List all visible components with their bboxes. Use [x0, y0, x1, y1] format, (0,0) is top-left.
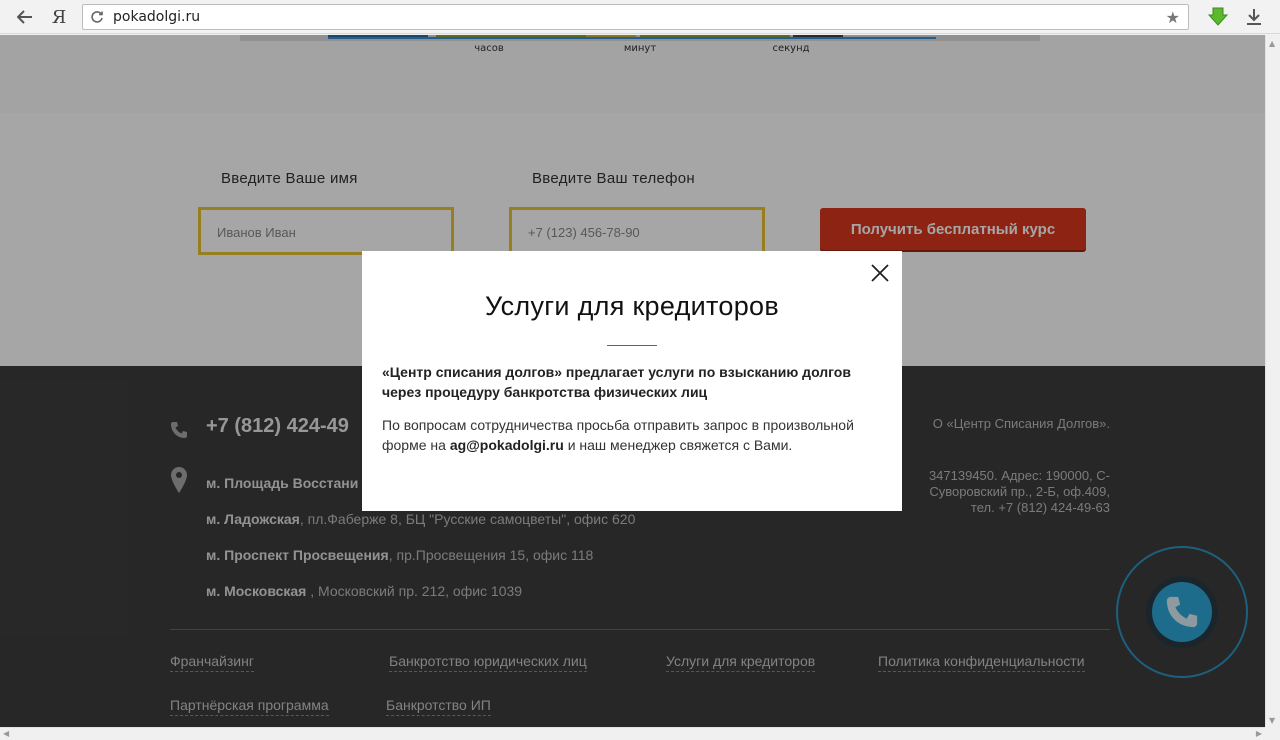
star-icon[interactable]: ★ [1166, 8, 1180, 27]
creditor-services-modal: Услуги для кредиторов «Центр списания до… [362, 251, 902, 511]
page: часов минут секунд Введите Ваше имя Иван… [0, 35, 1265, 727]
downloads-button[interactable] [1242, 6, 1266, 28]
title-underline [607, 345, 657, 346]
reload-icon[interactable] [90, 10, 104, 24]
scrollbar-corner [1265, 727, 1280, 740]
vertical-scrollbar[interactable]: ▲ ▼ [1265, 35, 1280, 727]
browser-toolbar: Я pokadolgi.ru ★ [0, 0, 1280, 34]
download-icon [1247, 9, 1261, 25]
modal-lead-text: «Центр списания долгов» предлагает услуг… [382, 364, 851, 400]
green-download-arrow-icon [1208, 7, 1228, 26]
scroll-down-icon[interactable]: ▼ [1269, 716, 1275, 725]
modal-title: Услуги для кредиторов [484, 291, 779, 321]
scroll-right-icon[interactable]: ▶ [1256, 729, 1262, 738]
close-icon[interactable] [870, 263, 890, 283]
url-text[interactable]: pokadolgi.ru [113, 9, 200, 25]
page-viewport: часов минут секунд Введите Ваше имя Иван… [0, 35, 1265, 727]
back-button[interactable] [12, 6, 38, 28]
body-text: и наш менеджер свяжется с Вами. [563, 437, 793, 453]
extension-button[interactable] [1206, 6, 1230, 28]
address-bar[interactable]: pokadolgi.ru ★ [82, 4, 1189, 30]
scroll-up-icon[interactable]: ▲ [1269, 39, 1275, 48]
horizontal-scrollbar[interactable]: ◀ ▶ [0, 727, 1265, 740]
yandex-home-button[interactable]: Я [48, 6, 70, 28]
scroll-left-icon[interactable]: ◀ [3, 729, 9, 738]
modal-body-text: По вопросам сотрудничества просьба отпра… [382, 415, 882, 455]
contact-email-link[interactable]: ag@pokadolgi.ru [450, 437, 564, 453]
arrow-left-icon [17, 10, 32, 24]
